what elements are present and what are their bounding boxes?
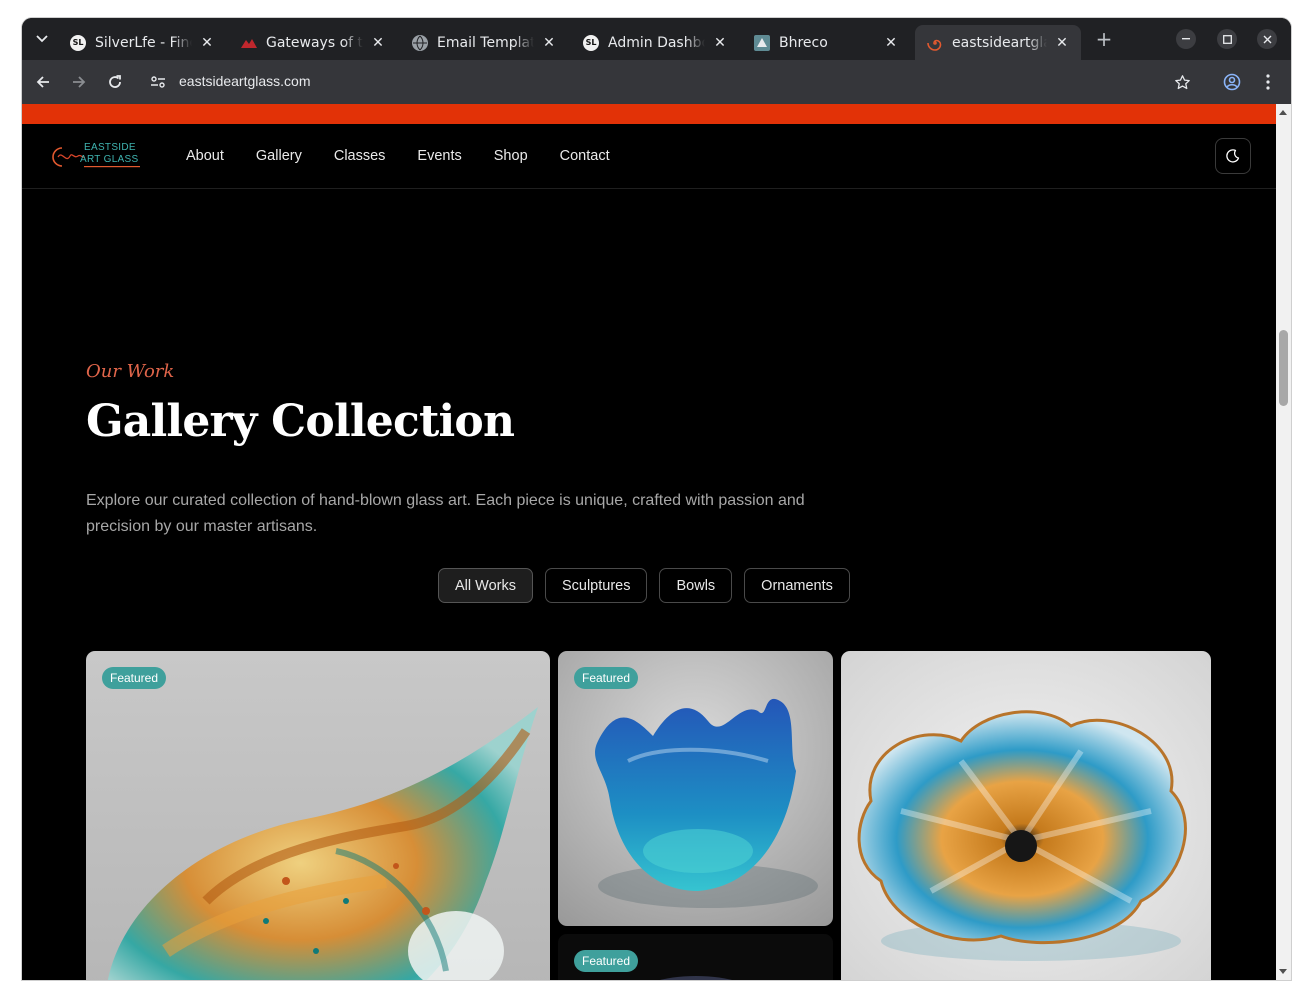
- top-accent-bar: [22, 104, 1276, 124]
- page-scrollbar[interactable]: [1276, 104, 1291, 980]
- scroll-up-arrow-icon[interactable]: [1279, 110, 1287, 115]
- gallery-item-blue-bowl[interactable]: Featured: [558, 651, 833, 926]
- main-nav: About Gallery Classes Events Shop Contac…: [186, 148, 642, 164]
- close-tab-icon[interactable]: ✕: [1053, 34, 1071, 52]
- glass-sculpture-image: [86, 651, 550, 980]
- gallery-item-partial[interactable]: Featured: [558, 934, 833, 980]
- scrollbar-thumb[interactable]: [1279, 330, 1288, 406]
- profile-icon[interactable]: [1219, 69, 1245, 95]
- reload-icon[interactable]: [102, 69, 128, 95]
- tab-title: Gateways of the: [266, 34, 363, 51]
- forward-arrow-icon[interactable]: [66, 69, 92, 95]
- nav-contact[interactable]: Contact: [560, 148, 610, 164]
- nav-gallery[interactable]: Gallery: [256, 148, 302, 164]
- close-tab-icon[interactable]: ✕: [369, 34, 387, 52]
- spiral-favicon-icon: [927, 35, 943, 51]
- gallery-item-sculpture[interactable]: Featured: [86, 651, 550, 980]
- tab-title: Email Template: [437, 34, 534, 51]
- page-viewport: EASTSIDE ART GLASS About Gallery Classes…: [22, 104, 1276, 980]
- tab-bhreco[interactable]: Bhreco ✕: [742, 25, 910, 60]
- filter-ornaments[interactable]: Ornaments: [744, 568, 850, 603]
- theme-toggle-button[interactable]: [1215, 138, 1251, 174]
- featured-badge: Featured: [574, 667, 639, 689]
- tab-strip: SL SilverLfe - Find ✕ Gateways of the ✕ …: [22, 18, 1291, 60]
- featured-badge: Featured: [574, 950, 639, 972]
- address-bar[interactable]: eastsideartglass.com: [179, 73, 311, 89]
- tab-email-template[interactable]: Email Template ✕: [400, 25, 568, 60]
- browser-toolbar: eastsideartglass.com: [22, 60, 1291, 104]
- gateways-favicon-icon: [241, 35, 257, 51]
- close-tab-icon[interactable]: ✕: [540, 34, 558, 52]
- logo-underline: [84, 166, 140, 168]
- tab-title: SilverLfe - Find: [95, 34, 192, 51]
- gallery-filters: All Works Sculptures Bowls Ornaments: [438, 568, 850, 603]
- close-tab-icon[interactable]: ✕: [882, 34, 900, 52]
- tab-admin-dashboard[interactable]: SL Admin Dashboard ✕: [571, 25, 739, 60]
- page-title: Gallery Collection: [86, 396, 515, 447]
- filter-sculptures[interactable]: Sculptures: [544, 568, 648, 603]
- close-tab-icon[interactable]: ✕: [711, 34, 729, 52]
- flower-glass-bowl-image: [841, 651, 1211, 980]
- tab-title: Admin Dashboard: [608, 34, 705, 51]
- tab-search-icon[interactable]: [30, 27, 54, 51]
- tab-title: eastsideartglass: [952, 34, 1047, 51]
- site-logo[interactable]: EASTSIDE ART GLASS: [48, 142, 140, 172]
- site-info-icon[interactable]: [146, 70, 170, 94]
- back-arrow-icon[interactable]: [30, 69, 56, 95]
- blue-glass-bowl-image: [558, 651, 833, 926]
- minimize-icon[interactable]: [1176, 29, 1196, 49]
- logo-swirl-icon: [52, 147, 84, 167]
- scroll-down-arrow-icon[interactable]: [1279, 969, 1287, 974]
- browser-window: SL SilverLfe - Find ✕ Gateways of the ✕ …: [22, 18, 1291, 980]
- maximize-icon[interactable]: [1217, 29, 1237, 49]
- page-description: Explore our curated collection of hand-b…: [86, 492, 805, 535]
- filter-all-works[interactable]: All Works: [438, 568, 533, 603]
- tab-gateways[interactable]: Gateways of the ✕: [229, 25, 397, 60]
- filter-bowls[interactable]: Bowls: [659, 568, 733, 603]
- moon-icon: [1226, 149, 1240, 163]
- close-window-icon[interactable]: [1257, 29, 1277, 49]
- nav-shop[interactable]: Shop: [494, 148, 528, 164]
- bhreco-favicon-icon: [754, 34, 770, 51]
- bookmark-star-icon[interactable]: [1169, 69, 1195, 95]
- silverlfe-favicon-icon: SL: [70, 34, 86, 51]
- globe-icon: [412, 34, 428, 51]
- tab-silverlfe[interactable]: SL SilverLfe - Find ✕: [58, 25, 226, 60]
- nav-classes[interactable]: Classes: [334, 148, 386, 164]
- close-tab-icon[interactable]: ✕: [198, 34, 216, 52]
- nav-events[interactable]: Events: [417, 148, 461, 164]
- nav-about[interactable]: About: [186, 148, 224, 164]
- section-eyebrow: Our Work: [86, 361, 175, 382]
- gallery-item-flower-bowl[interactable]: [841, 651, 1211, 980]
- tab-title: Bhreco: [779, 34, 828, 51]
- new-tab-icon[interactable]: +: [1092, 27, 1116, 51]
- browser-menu-icon[interactable]: [1255, 69, 1281, 95]
- silverlfe-favicon-icon: SL: [583, 34, 599, 51]
- logo-line-1: EASTSIDE: [84, 142, 136, 153]
- featured-badge: Featured: [102, 667, 167, 689]
- tab-eastsideartglass[interactable]: eastsideartglass ✕: [915, 25, 1081, 60]
- site-header: EASTSIDE ART GLASS About Gallery Classes…: [22, 124, 1276, 189]
- logo-line-2: ART GLASS: [80, 154, 139, 165]
